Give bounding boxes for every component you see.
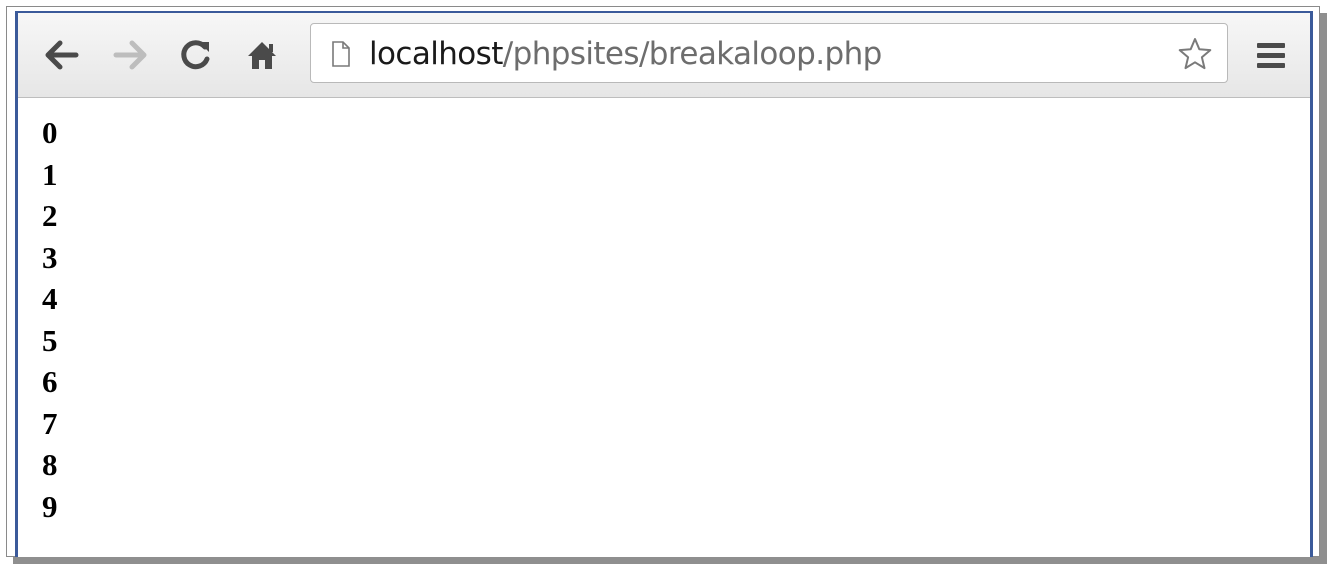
- arrow-right-icon: [113, 40, 147, 70]
- forward-button[interactable]: [110, 35, 150, 75]
- output-line: 0: [42, 115, 58, 150]
- home-button[interactable]: [242, 35, 282, 75]
- address-bar[interactable]: localhost/phpsites/breakaloop.php: [310, 23, 1228, 83]
- output-list: 0 1 2 3 4 5 6 7 8 9: [42, 112, 58, 527]
- output-line: 1: [42, 156, 58, 192]
- output-line: 5: [42, 322, 58, 358]
- page-content: 0 1 2 3 4 5 6 7 8 9: [18, 98, 1310, 557]
- output-line: 6: [42, 364, 58, 399]
- browser-toolbar: localhost/phpsites/breakaloop.php: [18, 13, 1310, 98]
- output-line: 3: [42, 239, 58, 275]
- star-icon[interactable]: [1177, 36, 1213, 72]
- url-path: /phpsites/breakaloop.php: [502, 36, 883, 72]
- arrow-left-icon: [45, 40, 79, 70]
- url-text[interactable]: localhost/phpsites/breakaloop.php: [369, 34, 882, 74]
- output-line: 7: [42, 405, 58, 441]
- output-line: 2: [42, 198, 58, 233]
- output-line: 4: [42, 281, 58, 316]
- page-icon: [332, 41, 350, 67]
- reload-icon: [181, 40, 210, 70]
- browser-window: localhost/phpsites/breakaloop.php 0 1 2 …: [15, 11, 1313, 557]
- url-host: localhost: [369, 36, 503, 72]
- output-line: 9: [42, 488, 58, 524]
- hamburger-menu-icon[interactable]: [1254, 39, 1288, 71]
- home-icon: [248, 42, 276, 69]
- screenshot-frame: localhost/phpsites/breakaloop.php 0 1 2 …: [6, 6, 1320, 557]
- reload-button[interactable]: [176, 35, 216, 75]
- back-button[interactable]: [42, 35, 82, 75]
- output-line: 8: [42, 447, 58, 482]
